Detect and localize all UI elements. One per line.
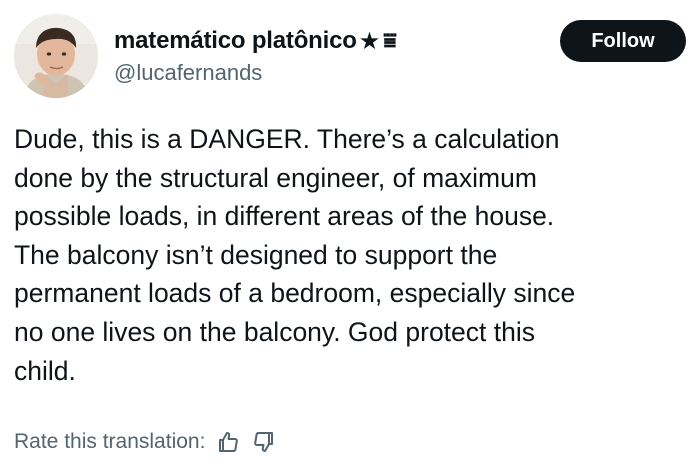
author-info: matemático platônico ★ ⩸ @lucafernands	[114, 26, 397, 86]
user-handle[interactable]: @lucafernands	[114, 60, 397, 86]
rate-translation-label: Rate this translation:	[14, 430, 206, 453]
star-emoji: ★	[358, 27, 381, 55]
thumbs-down-icon[interactable]	[251, 429, 277, 455]
display-name-row[interactable]: matemático platônico ★ ⩸	[114, 26, 397, 56]
avatar[interactable]	[14, 14, 98, 98]
thumbs-up-icon[interactable]	[215, 429, 241, 455]
translation-rating: Rate this translation:	[14, 426, 277, 458]
display-name[interactable]: matemático platônico	[114, 27, 357, 55]
name-symbol: ⩸	[383, 28, 397, 53]
avatar-image	[14, 14, 98, 98]
tweet-text: Dude, this is a DANGER. There’s a calcul…	[14, 124, 576, 386]
follow-button[interactable]: Follow	[560, 20, 686, 62]
tweet-header: matemático platônico ★ ⩸ @lucafernands F…	[14, 14, 686, 100]
